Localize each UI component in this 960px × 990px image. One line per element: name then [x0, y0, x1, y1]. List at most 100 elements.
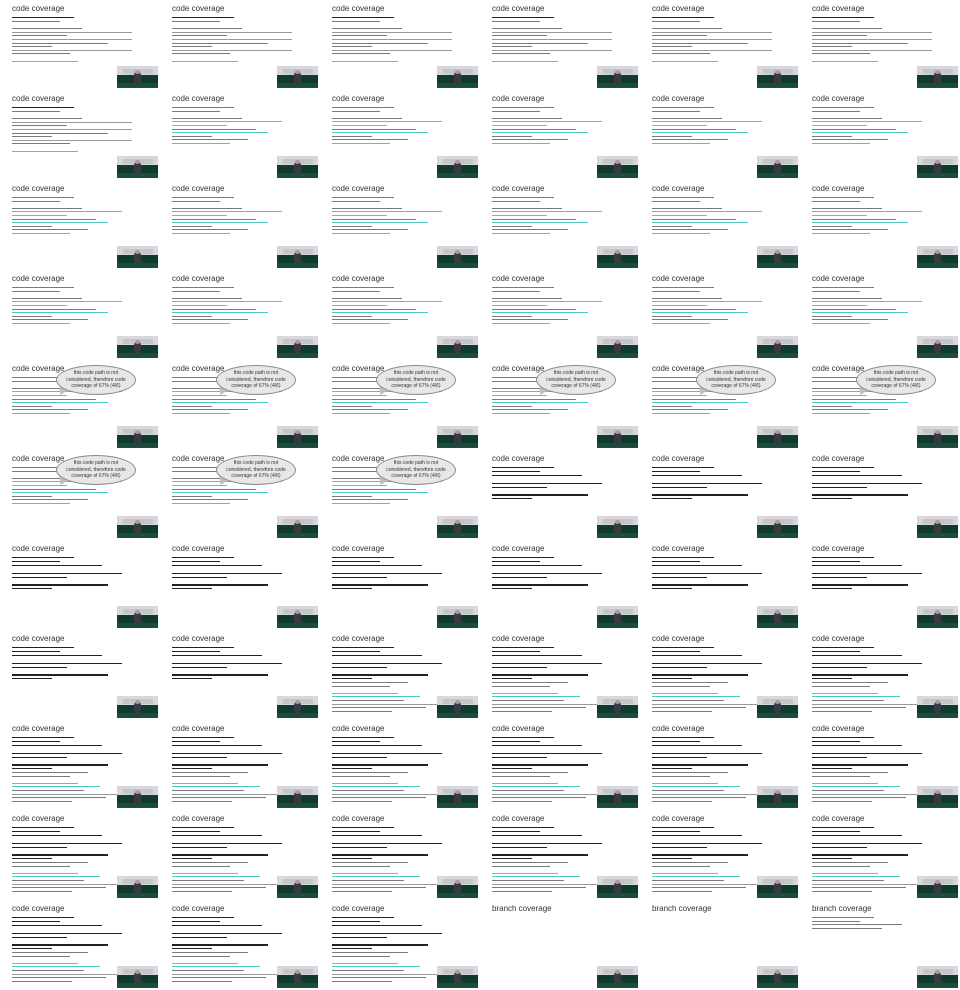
code-listing	[812, 107, 958, 147]
code-line	[172, 484, 227, 486]
code-line	[332, 647, 394, 649]
slide-frame: code coverage	[160, 90, 320, 180]
code-line	[652, 394, 707, 396]
code-line	[332, 214, 387, 216]
code-line	[172, 229, 248, 231]
code-line	[172, 222, 268, 224]
code-line	[492, 474, 582, 477]
code-line	[332, 890, 392, 892]
video-head	[295, 610, 300, 614]
video-head	[295, 340, 300, 344]
slide-title: code coverage	[812, 814, 865, 823]
slide-title: code coverage	[172, 184, 225, 193]
code-line	[12, 564, 102, 567]
code-line	[332, 917, 394, 919]
video-head	[775, 880, 780, 884]
speech-bubble-text: this code path is not considered, theref…	[226, 370, 286, 390]
code-line	[812, 139, 888, 141]
code-line	[12, 502, 70, 504]
speech-bubble: this code path is not considered, theref…	[56, 455, 136, 485]
code-line	[12, 322, 70, 324]
code-line	[12, 764, 108, 766]
code-line	[492, 405, 532, 407]
code-line	[172, 402, 268, 404]
code-line	[12, 948, 52, 950]
code-line	[652, 584, 748, 586]
code-line	[812, 297, 882, 299]
speaker-video-thumbnail	[757, 696, 798, 718]
video-head	[615, 160, 620, 164]
code-line	[812, 756, 867, 758]
code-line	[812, 398, 896, 400]
speaker-video-thumbnail	[917, 426, 958, 448]
code-line	[172, 121, 282, 123]
speaker-video-thumbnail	[117, 966, 158, 988]
code-line	[492, 830, 540, 833]
code-line	[492, 60, 558, 62]
code-line	[652, 409, 728, 411]
code-line	[332, 842, 442, 844]
slide-frame: code coverage	[800, 630, 960, 720]
video-head	[615, 880, 620, 884]
code-line	[332, 696, 420, 698]
code-line	[12, 557, 74, 559]
code-line	[332, 830, 380, 833]
code-line	[12, 492, 108, 494]
code-line	[492, 121, 602, 123]
code-line	[812, 744, 902, 747]
code-line	[652, 117, 722, 119]
slide-frame: code coverage this code path is not consi…	[640, 360, 800, 450]
video-head	[455, 430, 460, 434]
slide-frame: code coverage	[640, 810, 800, 900]
code-line	[492, 142, 550, 144]
slide-frame: code coverage	[480, 540, 640, 630]
code-line	[652, 654, 742, 657]
code-line	[652, 685, 710, 687]
speaker-video-thumbnail	[597, 246, 638, 268]
code-line	[492, 31, 612, 33]
code-line	[652, 222, 748, 224]
code-line	[12, 827, 74, 829]
code-line	[332, 883, 452, 885]
code-line	[12, 977, 106, 979]
code-line	[12, 405, 52, 407]
slide-title: code coverage	[492, 184, 545, 193]
video-head	[455, 70, 460, 74]
code-listing	[172, 557, 318, 592]
code-line	[12, 132, 108, 134]
code-listing	[492, 467, 638, 502]
code-line	[332, 662, 442, 664]
code-line	[492, 682, 568, 684]
code-line	[492, 117, 562, 119]
code-line	[652, 775, 710, 777]
code-line	[332, 35, 387, 37]
code-line	[172, 322, 230, 324]
speaker-video-thumbnail	[597, 606, 638, 628]
video-head	[135, 70, 140, 74]
code-line	[172, 49, 292, 51]
code-line	[652, 405, 692, 407]
code-line	[172, 756, 227, 758]
code-listing	[332, 197, 478, 237]
code-line	[492, 394, 547, 396]
code-line	[812, 700, 884, 702]
code-line	[12, 197, 74, 198]
code-line	[12, 308, 96, 310]
code-line	[492, 304, 547, 306]
code-line	[172, 576, 227, 578]
code-line	[652, 662, 762, 664]
slide-frame: code coverage	[0, 0, 160, 90]
code-listing	[492, 287, 638, 327]
code-line	[12, 297, 82, 299]
code-line	[332, 394, 387, 396]
